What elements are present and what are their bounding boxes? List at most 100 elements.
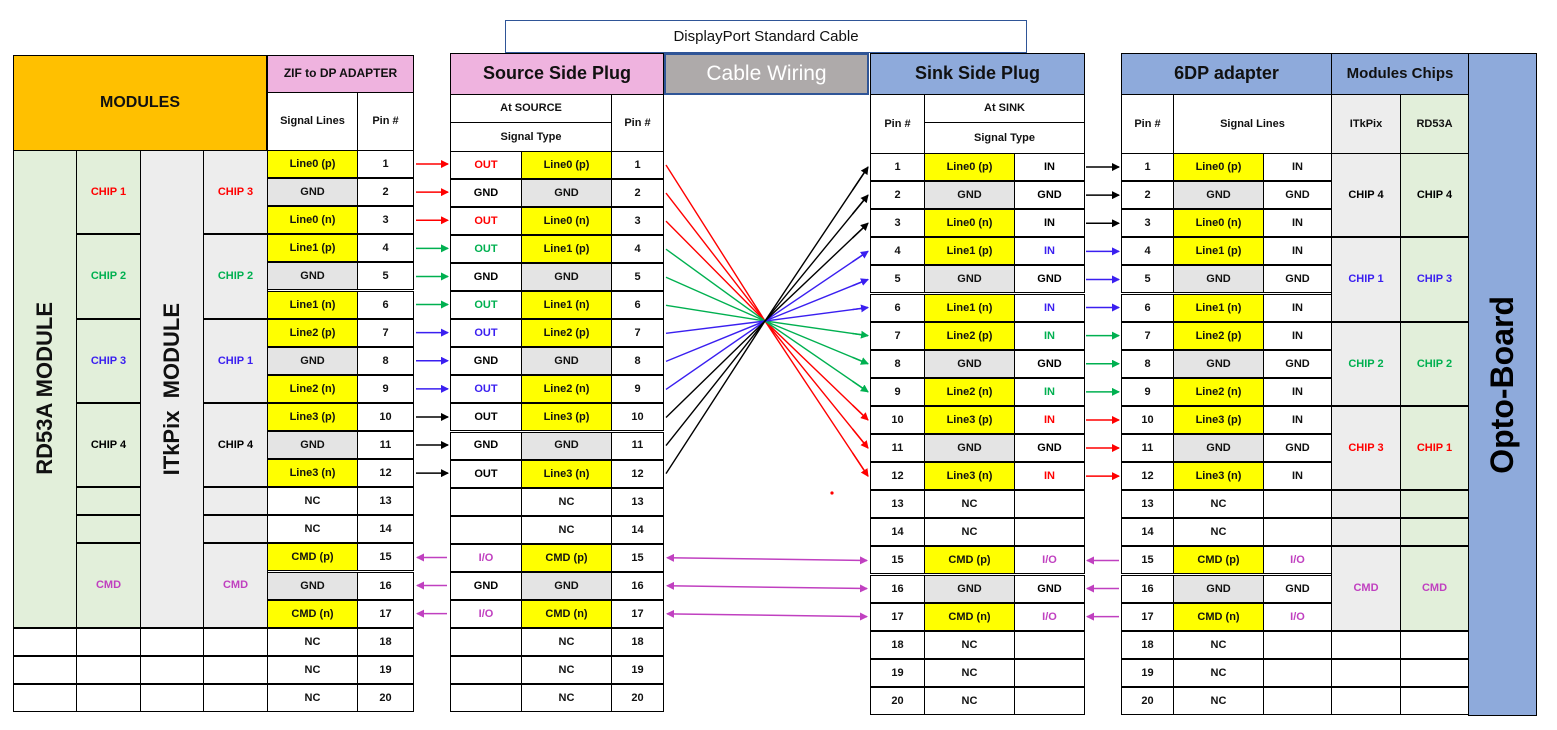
- dp6-pin-header: Pin #: [1121, 94, 1174, 154]
- sink-signal-cell: GND: [924, 349, 1015, 378]
- crossover-wire: [665, 220, 869, 477]
- sink-pin-cell-text: 2: [894, 189, 901, 202]
- sink-signal-cell-text: Line3 (n): [946, 470, 993, 483]
- sink-pin-cell: 14: [870, 518, 925, 547]
- sink-type-cell: [1014, 518, 1085, 547]
- dp6-pin-cell: 7: [1121, 321, 1174, 350]
- crossover-wire: [665, 250, 869, 335]
- source-at-header-text: At SOURCE: [500, 102, 562, 115]
- itkpix-chip-group: CHIP 4: [203, 402, 268, 488]
- sink-type-cell: GND: [1014, 181, 1085, 210]
- source-signal-cell-text: NC: [558, 691, 575, 704]
- itkpix-chip-group: CHIP 3: [203, 150, 268, 235]
- source-type-cell: [450, 627, 522, 656]
- sink-type-cell-text: I/O: [1042, 610, 1057, 623]
- zif-signal-cell: GND: [267, 571, 358, 600]
- zif-signal-cell-text: Line1 (n): [289, 298, 336, 311]
- zif-signal-cell: GND: [267, 178, 358, 207]
- source-type-cell: OUT: [450, 319, 522, 348]
- sink-signal-cell-text: GND: [957, 357, 982, 370]
- source-type-cell: OUT: [450, 375, 522, 404]
- source-pin-cell: 6: [611, 291, 664, 320]
- zif-signal-cell-text: NC: [304, 691, 321, 704]
- rd53a-empty-cell: [76, 487, 141, 516]
- source-pin-cell: 2: [611, 179, 664, 208]
- zif-signal-cell-text: NC: [304, 495, 321, 508]
- zif-pin-cell-text: 20: [379, 691, 392, 704]
- sink-type-cell: [1014, 630, 1085, 659]
- source-signal-cell-text: GND: [554, 579, 579, 592]
- module-chips-itkpix-header-text: ITkPix: [1349, 117, 1383, 130]
- sink-signal-cell: Line1 (n): [924, 293, 1015, 322]
- source-signal-cell: Line1 (n): [521, 291, 612, 320]
- dp6-type-cell-text: IN: [1292, 413, 1303, 426]
- empty-cell: [76, 683, 141, 712]
- module-chips-header: Modules Chips: [1331, 53, 1469, 95]
- sink-type-cell: [1014, 658, 1085, 687]
- source-pin-cell-text: 7: [634, 327, 641, 340]
- module-chips-rd53a-group: CHIP 4: [1400, 153, 1469, 238]
- sink-signal-cell-text: Line2 (p): [946, 329, 993, 342]
- source-type-cell: [450, 655, 522, 684]
- source-pin-cell-text: 20: [631, 691, 644, 704]
- sink-signal-cell: Line3 (n): [924, 462, 1015, 491]
- dp6-signal-cell: NC: [1173, 658, 1264, 687]
- source-pin-cell: 9: [611, 375, 664, 404]
- zif-signal-cell: Line3 (p): [267, 402, 358, 431]
- sink-type-cell: GND: [1014, 265, 1085, 294]
- dp6-type-cell: I/O: [1263, 546, 1332, 575]
- sink-signal-cell-text: GND: [957, 582, 982, 595]
- dp6-pin-cell-text: 17: [1141, 610, 1154, 623]
- dp6-type-cell: GND: [1263, 434, 1332, 463]
- sink-pin-cell: 6: [870, 293, 925, 322]
- sink-signal-cell-text: Line1 (p): [946, 245, 993, 258]
- source-pin-cell-text: 4: [634, 243, 641, 256]
- zif-pin-cell: 7: [357, 318, 414, 347]
- empty-cell: [140, 655, 204, 684]
- crossover-wire: [665, 276, 869, 365]
- zif-adapter-header-text: ZIF to DP ADAPTER: [283, 66, 398, 81]
- stray-dot: [830, 491, 834, 495]
- dp6-pin-cell-text: 7: [1144, 329, 1151, 342]
- zif-signal-cell-text: NC: [304, 523, 321, 536]
- source-signal-cell: Line0 (p): [521, 151, 612, 180]
- zif-signal-cell-text: CMD (p): [291, 551, 334, 564]
- zif-pin-cell-text: 8: [382, 354, 389, 367]
- crossover-wire-head: [852, 304, 869, 313]
- source-pin-header: Pin #: [611, 94, 664, 152]
- zif-pin-cell-text: 18: [379, 635, 392, 648]
- dp6-signal-cell: GND: [1173, 265, 1264, 294]
- zif-signal-cell-text: GND: [300, 354, 325, 367]
- crossover-wire: [665, 304, 869, 393]
- source-pin-cell-text: 5: [634, 271, 641, 284]
- source-type-header-text: Signal Type: [500, 130, 562, 143]
- dp6-signal-cell: Line3 (n): [1173, 462, 1264, 491]
- dp6-pin-cell: 12: [1121, 462, 1174, 491]
- source-signal-cell: GND: [521, 179, 612, 208]
- rd53a-module-column: RD53A MODULE: [13, 150, 77, 628]
- source-signal-cell: CMD (p): [521, 543, 612, 572]
- dp6-pin-cell: 16: [1121, 574, 1174, 603]
- module-chips-itkpix-group: CHIP 2: [1331, 321, 1401, 406]
- crossover-wire-head: [852, 356, 869, 365]
- source-type-cell: OUT: [450, 403, 522, 432]
- dp6-signal-lines-header-text: Signal Lines: [1220, 117, 1285, 130]
- source-type-cell-text: I/O: [478, 551, 494, 564]
- dp6-pin-cell: 3: [1121, 209, 1174, 238]
- sink-signal-cell: NC: [924, 686, 1015, 715]
- zif-signal-cell-text: GND: [300, 186, 325, 199]
- source-signal-cell: CMD (n): [521, 599, 612, 628]
- zif-pin-cell: 17: [357, 599, 414, 628]
- source-pin-cell-text: 2: [634, 187, 641, 200]
- source-pin-cell: 4: [611, 235, 664, 264]
- source-type-header: Signal Type: [450, 122, 612, 152]
- sink-type-cell: GND: [1014, 349, 1085, 378]
- sink-signal-cell: NC: [924, 630, 1015, 659]
- dp6-adapter-header-text: 6DP adapter: [1174, 63, 1279, 84]
- sink-at-header: At SINK: [924, 94, 1085, 123]
- source-signal-cell-text: Line3 (n): [543, 467, 590, 480]
- zif-signal-cell: CMD (p): [267, 543, 358, 572]
- dp6-signal-cell-text: GND: [1206, 189, 1231, 202]
- dp6-pin-cell: 8: [1121, 349, 1174, 378]
- dp6-pin-cell-text: 18: [1141, 638, 1154, 651]
